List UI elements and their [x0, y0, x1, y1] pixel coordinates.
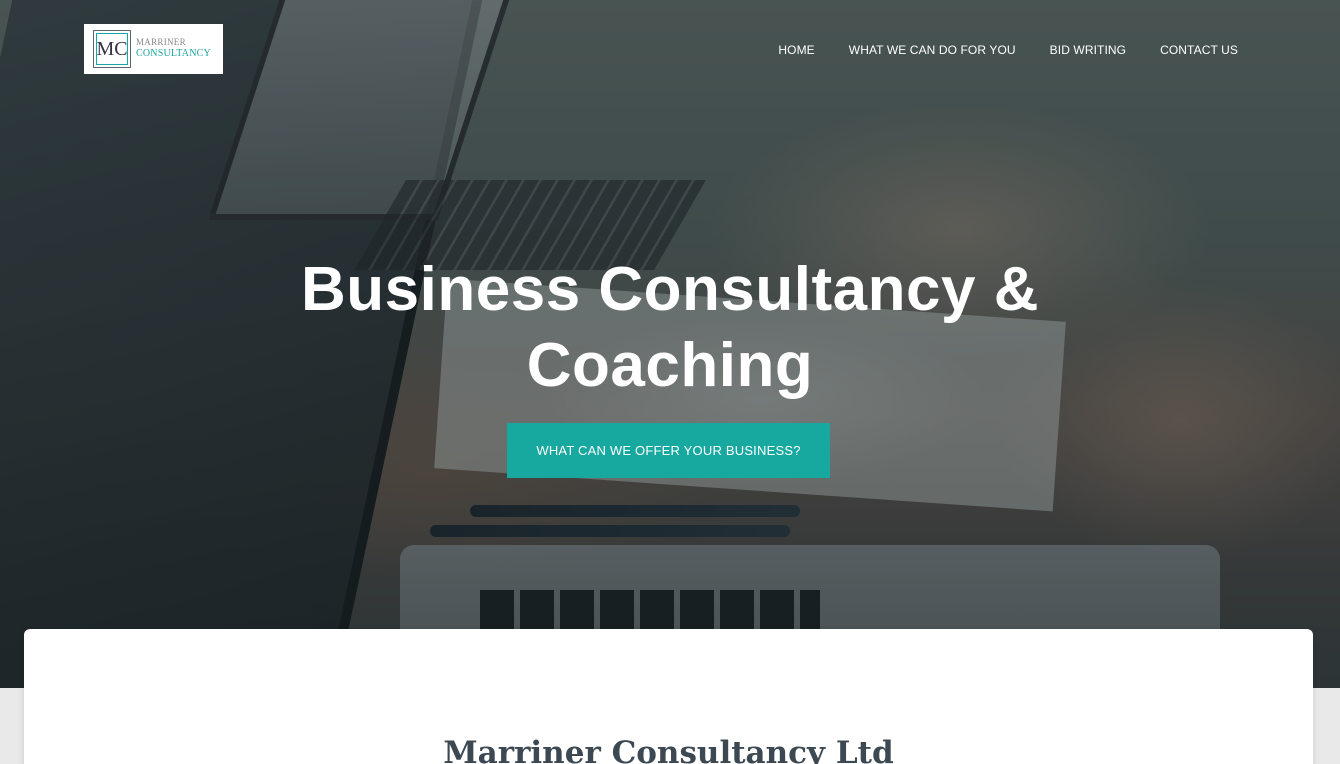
logo-mark: MC — [93, 30, 131, 68]
hero-title-line-1: Business Consultancy & — [301, 255, 1039, 324]
nav-item-what-we-can-do[interactable]: WHAT WE CAN DO FOR YOU — [849, 42, 1016, 58]
content-card: Marriner Consultancy Ltd — [24, 629, 1313, 764]
logo-wordmark: MARRINER CONSULTANCY — [136, 37, 211, 61]
nav-item-contact-us[interactable]: CONTACT US — [1160, 42, 1238, 58]
hero-title-line-2: Coaching — [526, 331, 814, 400]
cta-button[interactable]: WHAT CAN WE OFFER YOUR BUSINESS? — [507, 423, 830, 478]
nav-item-home[interactable]: HOME — [778, 42, 814, 58]
logo-line-1: MARRINER — [136, 37, 186, 48]
section-title: Marriner Consultancy Ltd — [443, 735, 894, 764]
site-logo[interactable]: MC MARRINER CONSULTANCY — [84, 24, 223, 74]
logo-line-2: CONSULTANCY — [136, 48, 211, 60]
hero-title: Business Consultancy & Coaching — [0, 252, 1340, 404]
nav-item-bid-writing[interactable]: BID WRITING — [1050, 42, 1126, 58]
main-nav: HOME WHAT WE CAN DO FOR YOU BID WRITING … — [744, 42, 1238, 58]
